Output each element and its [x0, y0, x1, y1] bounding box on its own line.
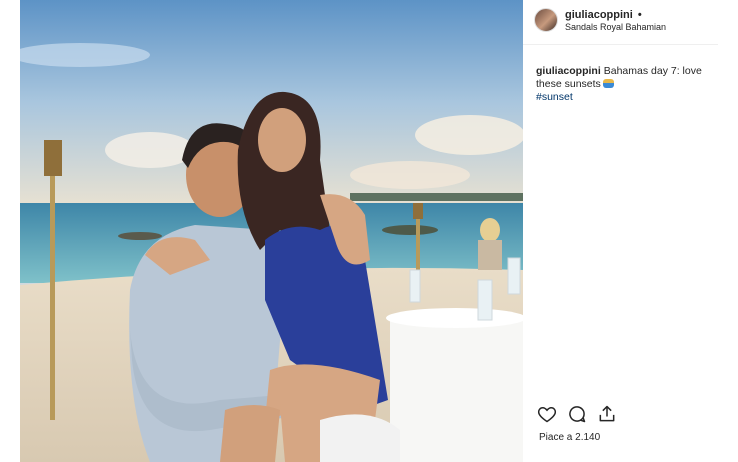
- share-icon[interactable]: [597, 404, 619, 426]
- post-header: giuliacoppini • Sandals Royal Bahamian: [523, 0, 718, 45]
- comment-icon[interactable]: [567, 404, 589, 426]
- caption-username[interactable]: giuliacoppini: [536, 65, 601, 77]
- swimmer-emoji-icon: [602, 79, 614, 88]
- follow-dot: •: [637, 9, 642, 21]
- post-side-panel: giuliacoppini • Sandals Royal Bahamian g…: [523, 0, 738, 462]
- post-photo[interactable]: [20, 0, 523, 462]
- username-link[interactable]: giuliacoppini: [565, 9, 633, 21]
- heart-icon[interactable]: [537, 404, 559, 426]
- action-bar: [537, 404, 627, 426]
- hashtag-link[interactable]: #sunset: [536, 91, 718, 104]
- beach-photo: [20, 0, 523, 462]
- likes-count[interactable]: Piace a 2.140: [539, 432, 600, 443]
- username-row: giuliacoppini •: [565, 9, 642, 21]
- location-link[interactable]: Sandals Royal Bahamian: [565, 22, 666, 32]
- avatar[interactable]: [534, 8, 558, 32]
- post-caption: giuliacoppini Bahamas day 7: love these s…: [536, 65, 718, 104]
